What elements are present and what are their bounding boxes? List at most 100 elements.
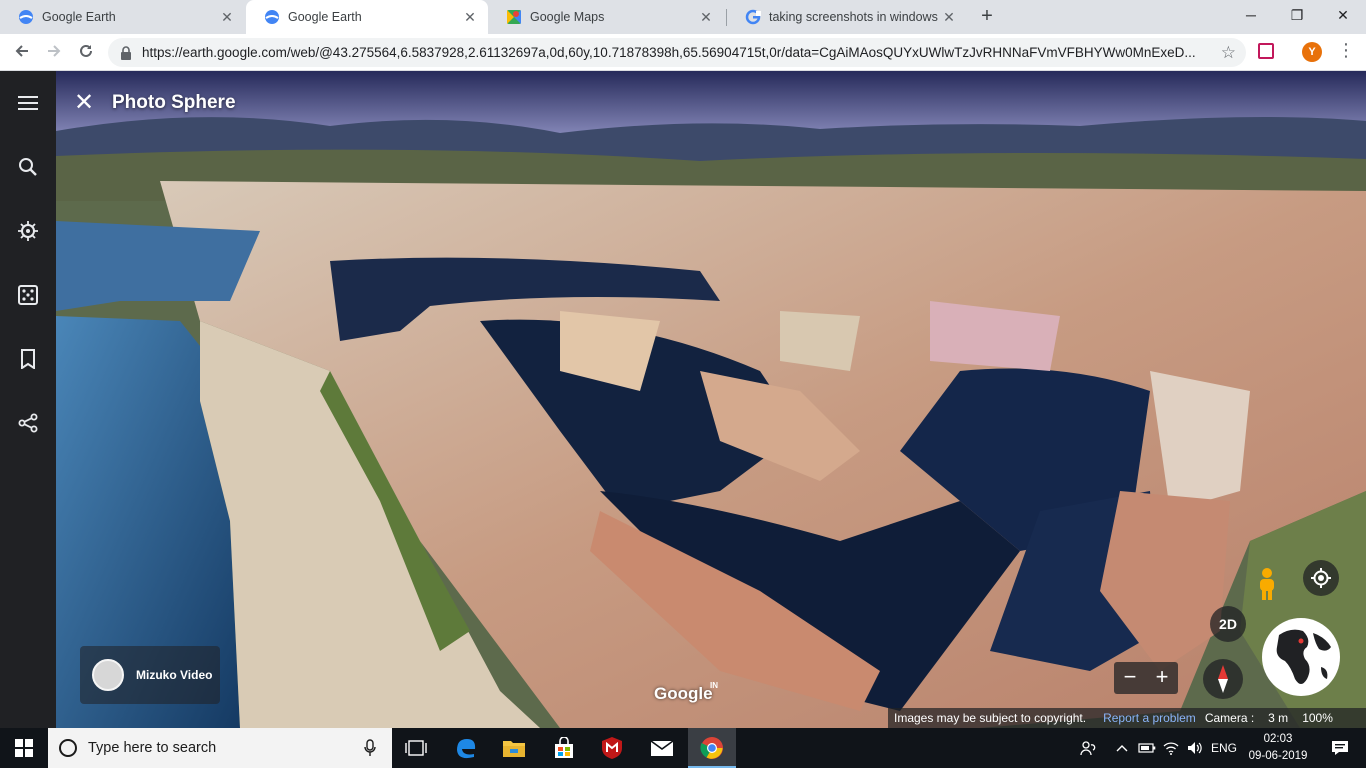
forward-button[interactable]	[40, 39, 68, 67]
globe-icon[interactable]	[1261, 617, 1341, 697]
url-text: https://earth.google.com/web/@43.275564,…	[142, 45, 1196, 60]
back-arrow-icon	[15, 45, 28, 57]
tab-search-screenshots[interactable]: taking screenshots in windows 10 ✕	[727, 0, 967, 34]
tab-title: Google Maps	[530, 10, 605, 24]
google-logo: Google	[654, 684, 713, 703]
google-earth-icon	[19, 10, 33, 24]
start-button[interactable]	[0, 728, 48, 768]
author-name: Mizuko Video	[136, 668, 213, 682]
tab-strip: Google Earth ✕ Google Earth ✕ Google Map…	[0, 0, 1366, 34]
voyager-icon[interactable]	[14, 217, 42, 245]
mcafee-button[interactable]	[588, 728, 636, 768]
tab-google-earth-2[interactable]: Google Earth ✕	[246, 0, 488, 34]
bookmark-star-icon[interactable]: ☆	[1221, 43, 1236, 63]
notification-icon	[1332, 741, 1348, 755]
restore-button[interactable]: ❐	[1274, 0, 1320, 30]
reload-button[interactable]	[72, 39, 100, 67]
people-icon[interactable]	[1074, 728, 1102, 768]
browser-menu-icon[interactable]: ⋮	[1337, 40, 1355, 61]
chrome-button[interactable]	[688, 728, 736, 768]
tab-title: Google Earth	[42, 10, 116, 24]
author-card[interactable]: Mizuko Video	[80, 646, 220, 704]
google-earth-icon	[265, 10, 279, 24]
input-language[interactable]: ENG	[1208, 728, 1240, 768]
address-bar[interactable]: https://earth.google.com/web/@43.275564,…	[108, 38, 1246, 67]
tab-close-icon[interactable]: ✕	[219, 9, 235, 25]
reload-icon	[80, 44, 92, 57]
battery-icon[interactable]	[1136, 728, 1158, 768]
windows-logo-icon	[15, 739, 33, 757]
report-problem-link[interactable]: Report a problem	[1103, 711, 1196, 725]
search-placeholder: Type here to search	[88, 740, 217, 756]
share-icon[interactable]	[14, 409, 42, 437]
photo-sphere-image[interactable]	[0, 71, 1366, 728]
store-button[interactable]	[540, 728, 588, 768]
toggle-2d-button[interactable]: 2D	[1210, 606, 1246, 642]
search-icon[interactable]	[14, 153, 42, 181]
chrome-icon	[700, 737, 723, 759]
close-photo-sphere-button[interactable]: ✕	[72, 91, 96, 115]
zoom-out-button[interactable]: −	[1114, 662, 1146, 694]
task-view-icon	[405, 740, 427, 756]
taskbar-search[interactable]: Type here to search	[48, 728, 392, 768]
author-avatar	[92, 659, 124, 691]
browser-toolbar: https://earth.google.com/web/@43.275564,…	[0, 34, 1366, 71]
microphone-icon[interactable]	[364, 739, 376, 757]
minimize-button[interactable]: ─	[1228, 0, 1274, 30]
panel-title: Photo Sphere	[112, 92, 236, 113]
tab-title: Google Earth	[288, 10, 362, 24]
show-hidden-icons-icon[interactable]	[1112, 728, 1132, 768]
google-maps-icon	[507, 10, 521, 24]
tab-title: taking screenshots in windows 10	[769, 10, 941, 24]
copyright-text: Images may be subject to copyright.	[894, 711, 1087, 725]
pegman-icon	[1260, 568, 1274, 600]
file-explorer-button[interactable]	[490, 728, 538, 768]
lock-icon	[121, 45, 131, 60]
zoom-in-button[interactable]: +	[1146, 662, 1178, 694]
compass-icon	[1218, 665, 1228, 693]
system-clock[interactable]: 02:03 09-06-2019	[1246, 731, 1310, 765]
wifi-icon[interactable]	[1160, 728, 1182, 768]
clock-date: 09-06-2019	[1248, 750, 1308, 762]
taskbar: Type here to search ENG 02:03 09-06-2019	[0, 728, 1366, 768]
task-view-button[interactable]	[392, 728, 440, 768]
file-explorer-icon	[503, 741, 525, 757]
compass-button[interactable]	[1203, 659, 1243, 699]
menu-icon[interactable]	[14, 89, 42, 117]
google-g-icon	[745, 9, 761, 25]
tab-close-icon[interactable]: ✕	[462, 9, 478, 25]
extension-icon[interactable]	[1258, 43, 1274, 59]
action-center-button[interactable]	[1320, 728, 1360, 768]
my-location-button[interactable]	[1303, 560, 1339, 596]
new-tab-button[interactable]: +	[975, 5, 999, 29]
cortana-icon	[59, 739, 77, 757]
pegman-button[interactable]	[1249, 566, 1285, 602]
status-bar: Images may be subject to copyright. Repo…	[888, 708, 1366, 728]
window-close-button[interactable]: ✕	[1320, 0, 1366, 30]
feeling-lucky-icon[interactable]	[14, 281, 42, 309]
earth-sidebar	[0, 71, 56, 728]
projects-icon[interactable]	[14, 345, 42, 373]
zoom-controls: − +	[1114, 662, 1178, 694]
camera-label: Camera :	[1204, 711, 1255, 725]
mail-icon	[650, 740, 674, 756]
forward-arrow-icon	[48, 45, 61, 57]
earth-viewport[interactable]: ✕ Photo Sphere Mizuko Video Google IN 2D…	[0, 71, 1366, 728]
tab-close-icon[interactable]: ✕	[941, 9, 957, 25]
tab-google-maps[interactable]: Google Maps ✕	[488, 0, 724, 34]
mcafee-icon	[602, 737, 622, 759]
tab-google-earth-1[interactable]: Google Earth ✕	[0, 0, 245, 34]
edge-icon	[457, 739, 476, 759]
google-region-label: IN	[710, 681, 718, 690]
volume-icon[interactable]	[1184, 728, 1206, 768]
store-icon	[555, 737, 573, 758]
tab-close-icon[interactable]: ✕	[698, 9, 714, 25]
my-location-icon	[1311, 568, 1331, 588]
zoom-percent: 100%	[1302, 711, 1333, 725]
clock-time: 02:03	[1263, 733, 1293, 745]
mail-button[interactable]	[638, 728, 686, 768]
camera-altitude: 3 m	[1268, 711, 1289, 725]
back-button[interactable]	[8, 39, 36, 67]
profile-avatar[interactable]: Y	[1302, 42, 1322, 62]
edge-button[interactable]	[442, 728, 490, 768]
